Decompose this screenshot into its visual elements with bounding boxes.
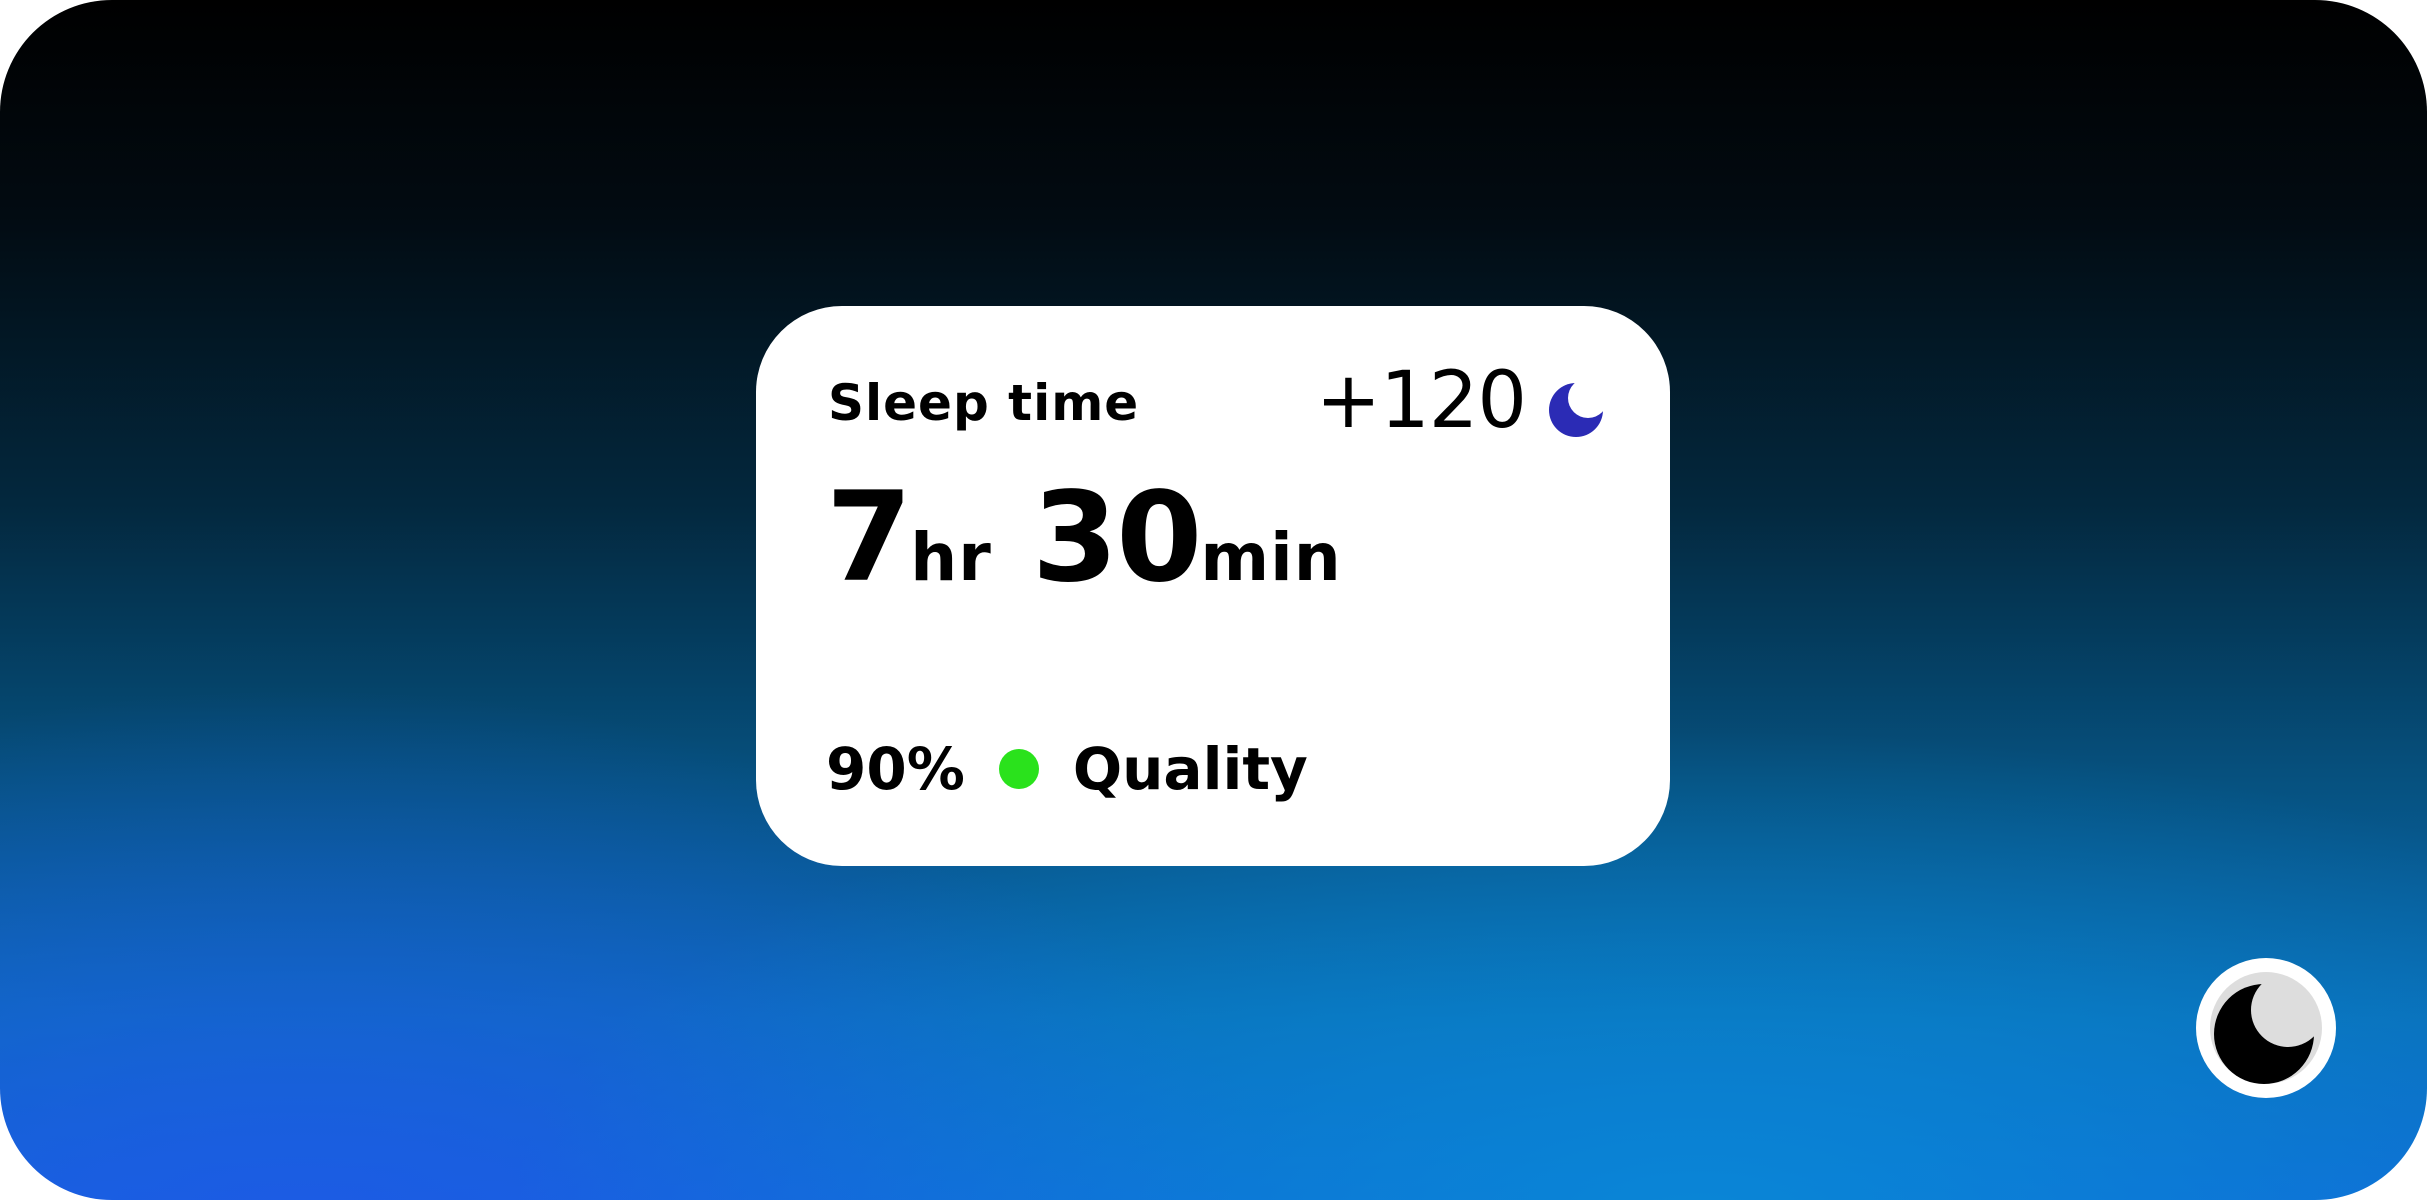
minutes-value: 30 [1031, 466, 1203, 610]
dark-mode-toggle-icon [2210, 972, 2322, 1084]
quality-row: 90% Quality [826, 734, 1308, 804]
background: Sleep time +120 7hr 30min 90% Quality [0, 0, 2427, 1200]
hours-unit: hr [910, 519, 992, 596]
moon-icon [1549, 383, 1603, 437]
quality-status-dot [998, 749, 1039, 789]
card-title: Sleep time [828, 374, 1140, 432]
sleep-time-card[interactable]: Sleep time +120 7hr 30min 90% Quality [756, 306, 1670, 866]
hours-value: 7 [826, 466, 912, 610]
minutes-unit: min [1200, 519, 1342, 596]
sleep-duration: 7hr 30min [826, 476, 1342, 600]
quality-label: Quality [1072, 735, 1308, 803]
theme-toggle-button[interactable] [2196, 958, 2336, 1098]
quality-percent: 90% [826, 735, 965, 803]
sleep-delta: +120 [1315, 356, 1527, 446]
